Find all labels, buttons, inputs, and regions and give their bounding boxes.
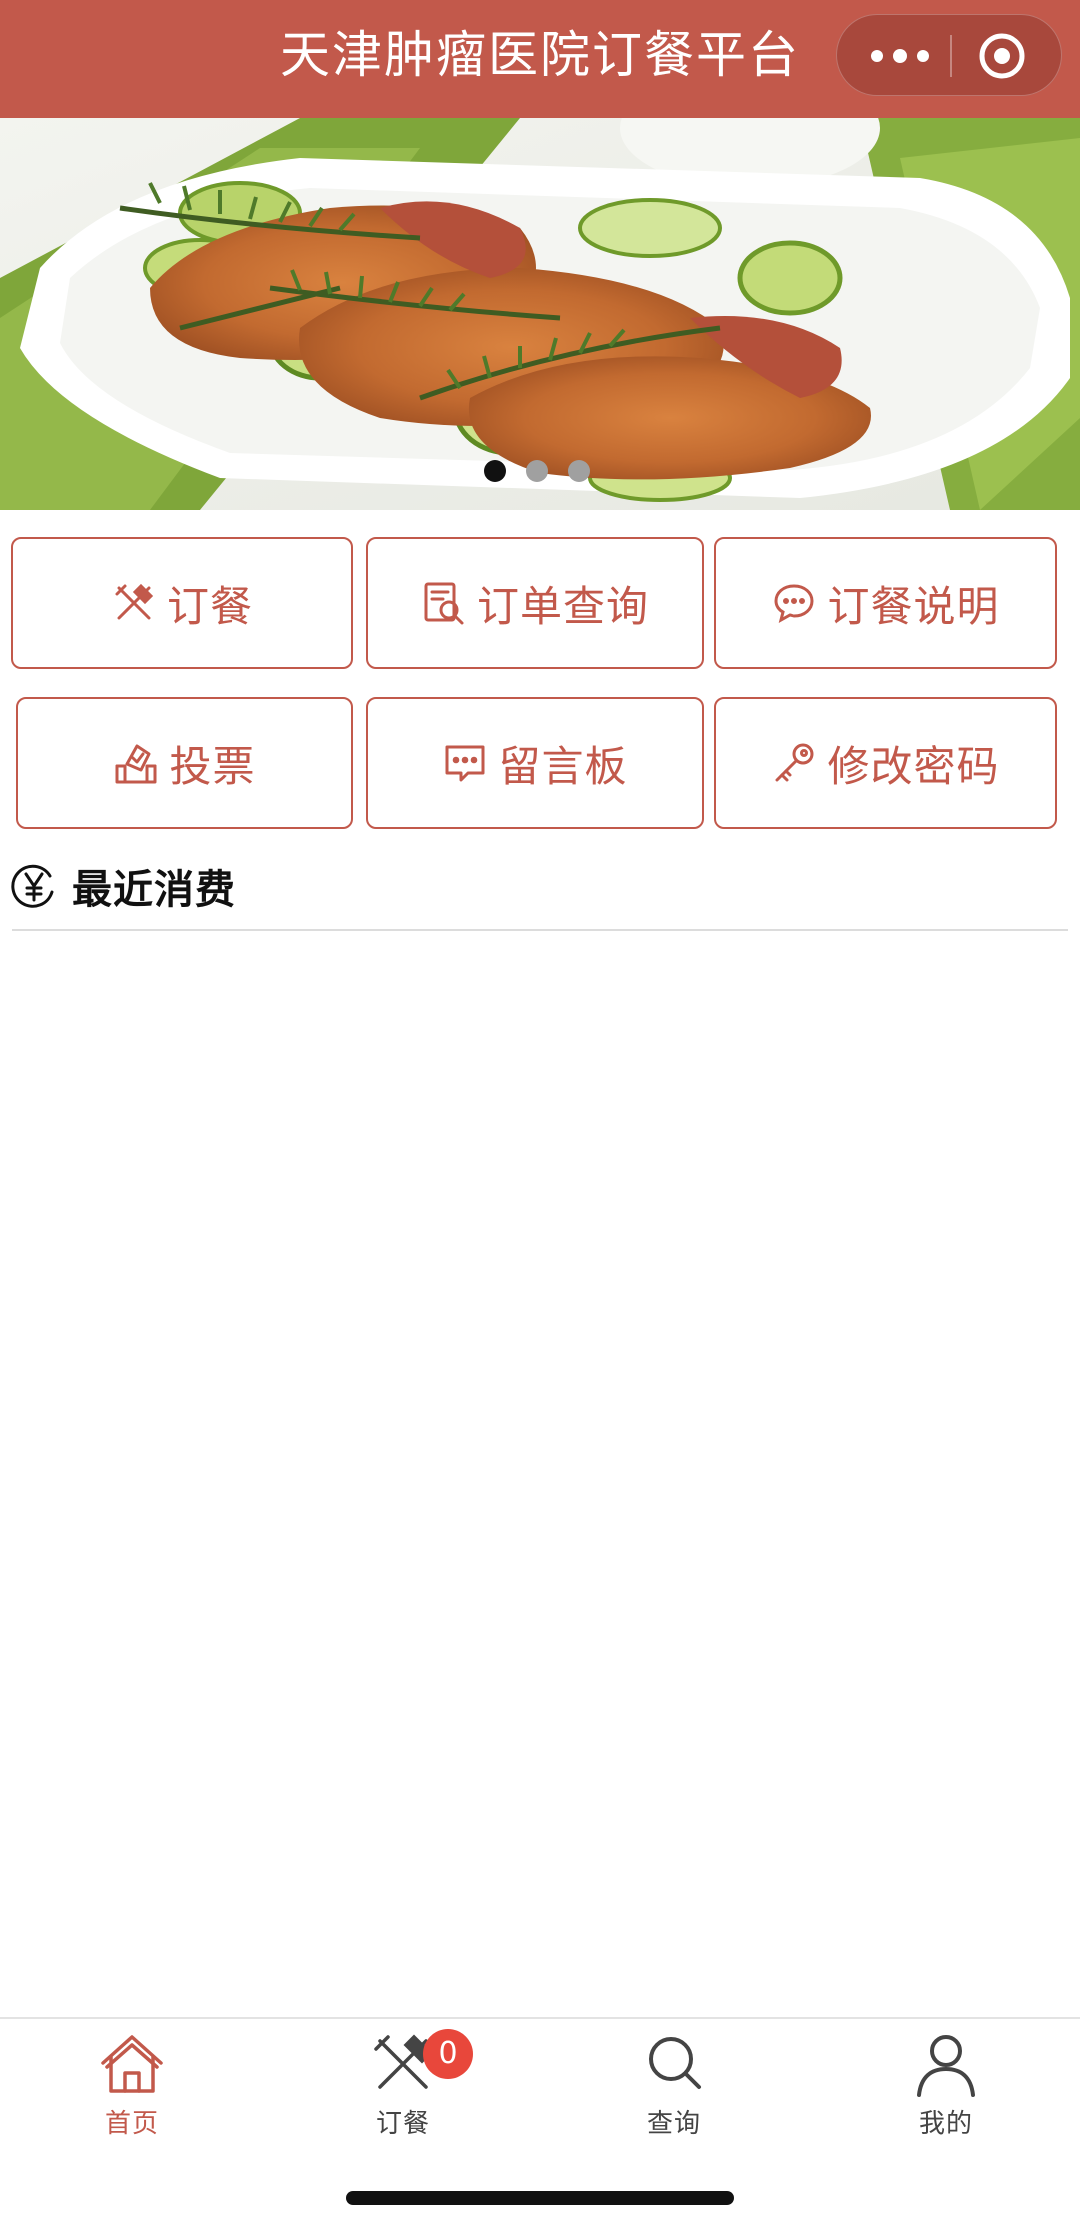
capsule-divider bbox=[950, 35, 952, 77]
key-icon bbox=[771, 740, 817, 786]
order-button[interactable]: 订餐 bbox=[11, 537, 353, 669]
order-instructions-label: 订餐说明 bbox=[827, 581, 1000, 631]
banner-image bbox=[0, 118, 1080, 510]
cart-count-badge: 0 bbox=[423, 2029, 473, 2079]
section-divider bbox=[12, 929, 1068, 931]
carousel-dot-active[interactable] bbox=[484, 460, 506, 482]
fork-knife-icon bbox=[111, 580, 157, 626]
mini-program-capsule bbox=[836, 14, 1062, 96]
message-board-button[interactable]: 留言板 bbox=[366, 697, 704, 829]
tab-home[interactable]: 首页 bbox=[32, 2029, 232, 2147]
tab-order-label: 订餐 bbox=[375, 2109, 430, 2139]
chat-bubble-icon bbox=[771, 580, 817, 626]
vote-box-icon bbox=[113, 740, 159, 786]
order-query-label: 订单查询 bbox=[476, 581, 649, 631]
tab-mine[interactable]: 我的 bbox=[846, 2029, 1046, 2147]
search-icon bbox=[649, 2037, 701, 2089]
tab-mine-label: 我的 bbox=[918, 2109, 973, 2139]
vote-button[interactable]: 投票 bbox=[16, 697, 353, 829]
navigation-bar: 天津肿瘤医院订餐平台 bbox=[0, 0, 1080, 118]
change-password-label: 修改密码 bbox=[827, 741, 1000, 791]
order-button-label: 订餐 bbox=[166, 581, 253, 631]
yen-icon bbox=[11, 864, 54, 908]
tab-query-label: 查询 bbox=[646, 2109, 701, 2139]
carousel-indicators bbox=[484, 460, 594, 484]
message-board-icon bbox=[442, 740, 488, 786]
carousel-dot[interactable] bbox=[568, 460, 590, 482]
vote-button-label: 投票 bbox=[169, 741, 256, 791]
home-indicator bbox=[346, 2191, 734, 2205]
more-dots-icon[interactable] bbox=[867, 39, 933, 73]
tab-bar: 首页 订餐 0 查询 我的 bbox=[0, 2017, 1080, 2235]
message-board-label: 留言板 bbox=[498, 741, 628, 791]
recent-consumption-header: 最近消费 bbox=[10, 858, 236, 914]
tab-order[interactable]: 订餐 0 bbox=[303, 2029, 503, 2147]
order-search-icon bbox=[421, 580, 467, 626]
user-icon bbox=[917, 2035, 975, 2097]
tab-query[interactable]: 查询 bbox=[574, 2029, 774, 2147]
order-instructions-button[interactable]: 订餐说明 bbox=[714, 537, 1057, 669]
change-password-button[interactable]: 修改密码 bbox=[714, 697, 1057, 829]
carousel-dot[interactable] bbox=[526, 460, 548, 482]
recent-consumption-title: 最近消费 bbox=[72, 867, 236, 913]
home-icon bbox=[101, 2035, 163, 2093]
tab-home-label: 首页 bbox=[104, 2109, 159, 2139]
banner-carousel[interactable] bbox=[0, 118, 1080, 510]
target-circle-icon[interactable] bbox=[977, 31, 1027, 81]
order-query-button[interactable]: 订单查询 bbox=[366, 537, 704, 669]
